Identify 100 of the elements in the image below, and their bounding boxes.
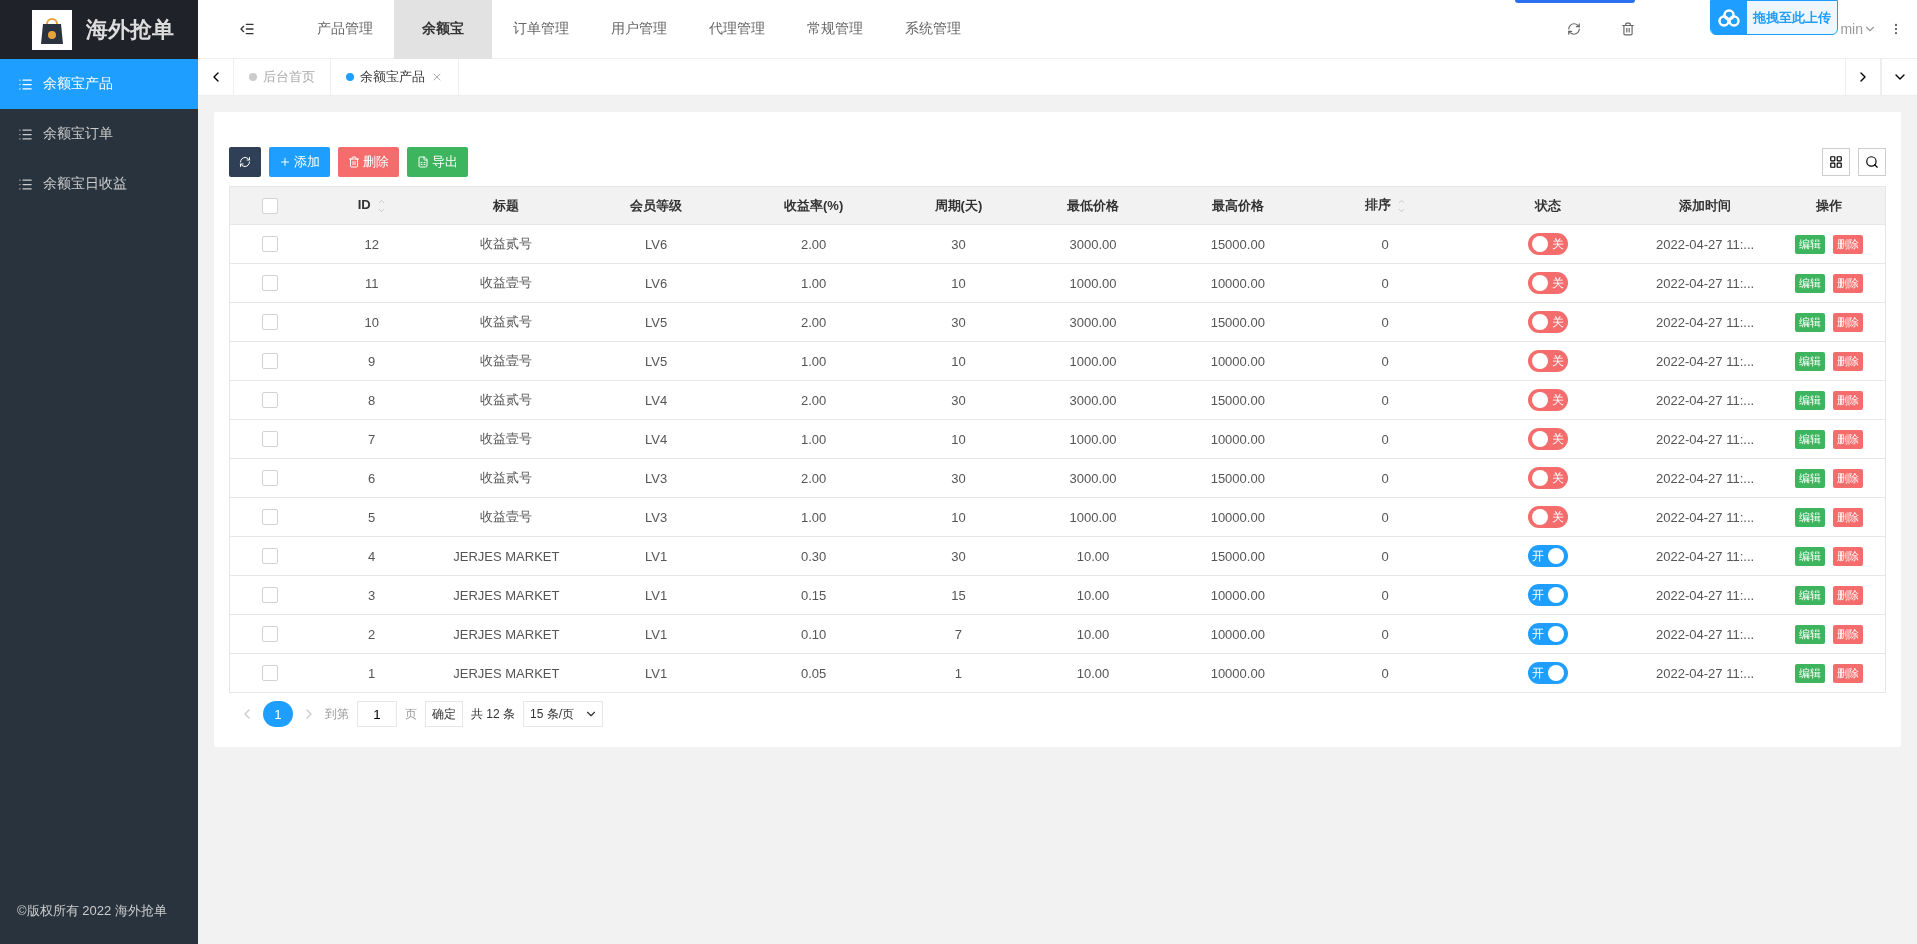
row-checkbox[interactable]	[262, 431, 279, 448]
nav-tab[interactable]: 系统管理	[884, 0, 982, 59]
row-checkbox[interactable]	[262, 548, 279, 565]
columns-button[interactable]	[1822, 148, 1850, 176]
edit-button[interactable]: 编辑	[1795, 390, 1826, 410]
edit-button[interactable]: 编辑	[1795, 273, 1826, 293]
user-name[interactable]: min	[1840, 21, 1863, 37]
refresh-icon[interactable]	[1567, 22, 1582, 36]
table-cell: 0	[1311, 497, 1459, 537]
status-switch[interactable]: 关	[1527, 272, 1568, 294]
edit-button[interactable]: 编辑	[1795, 546, 1826, 566]
delete-button[interactable]: 删除	[1833, 507, 1864, 527]
status-switch[interactable]: 关	[1527, 350, 1568, 372]
nav-tab[interactable]: 用户管理	[590, 0, 688, 59]
table-cell: 收益贰号	[432, 458, 580, 498]
delete-button[interactable]: 删除	[1833, 585, 1864, 605]
nav-tab[interactable]: 订单管理	[492, 0, 590, 59]
status-switch[interactable]: 关	[1527, 428, 1568, 450]
row-checkbox[interactable]	[262, 509, 279, 526]
table-cell: 0	[1311, 263, 1459, 303]
select-all-checkbox[interactable]	[262, 197, 279, 214]
table-cell: 30	[894, 536, 1022, 576]
delete-button[interactable]: 删除	[1833, 663, 1864, 683]
table-cell: 1000.00	[1021, 497, 1165, 537]
delete-button[interactable]: 删除	[1833, 234, 1864, 254]
edit-button[interactable]: 编辑	[1795, 507, 1826, 527]
status-switch[interactable]: 关	[1527, 389, 1568, 411]
table-cell: 1.00	[732, 263, 895, 303]
list-icon	[18, 176, 33, 192]
refresh-button[interactable]	[229, 147, 261, 177]
delete-button[interactable]: 删除	[1833, 429, 1864, 449]
table-cell: 15000.00	[1164, 224, 1312, 264]
add-button[interactable]: 添加	[269, 147, 330, 177]
delete-button[interactable]: 删除	[1833, 624, 1864, 644]
column-header[interactable]: ID	[310, 186, 433, 225]
page-input[interactable]: 1	[357, 701, 397, 727]
delete-button[interactable]: 删除	[1833, 273, 1864, 293]
column-header: 收益率(%)	[732, 186, 895, 225]
plus-icon	[279, 156, 291, 168]
edit-button[interactable]: 编辑	[1795, 624, 1826, 644]
confirm-button[interactable]: 确定	[425, 701, 463, 727]
row-checkbox[interactable]	[262, 665, 279, 682]
status-switch[interactable]: 关	[1527, 233, 1568, 255]
edit-button[interactable]: 编辑	[1795, 663, 1826, 683]
edit-button[interactable]: 编辑	[1795, 234, 1826, 254]
status-switch[interactable]: 开	[1527, 662, 1568, 684]
status-switch[interactable]: 开	[1527, 623, 1568, 645]
row-checkbox[interactable]	[262, 392, 279, 409]
page-tab[interactable]: 余额宝产品	[331, 59, 459, 95]
status-switch[interactable]: 开	[1527, 584, 1568, 606]
scroll-right-button[interactable]	[1845, 59, 1881, 95]
delete-button[interactable]: 删除	[1833, 312, 1864, 332]
table-cell: LV4	[580, 419, 733, 459]
nav-tab[interactable]: 常规管理	[786, 0, 884, 59]
table-cell: 2022-04-27 11:...	[1636, 653, 1774, 693]
trash-icon[interactable]	[1621, 22, 1636, 36]
page-size-select[interactable]: 15 条/页	[523, 701, 603, 727]
table-cell: 0	[1311, 341, 1459, 381]
row-checkbox[interactable]	[262, 236, 279, 253]
edit-button[interactable]: 编辑	[1795, 468, 1826, 488]
nav-tab[interactable]: 产品管理	[296, 0, 394, 59]
row-checkbox[interactable]	[262, 626, 279, 643]
search-button[interactable]	[1858, 148, 1886, 176]
row-checkbox[interactable]	[262, 353, 279, 370]
page-tab[interactable]: 后台首页	[234, 59, 331, 95]
menu-toggle-icon[interactable]	[239, 21, 255, 37]
row-checkbox[interactable]	[262, 275, 279, 292]
table-cell: 2022-04-27 11:...	[1636, 536, 1774, 576]
delete-button[interactable]: 删除	[338, 147, 399, 177]
sidebar-item[interactable]: 余额宝订单	[0, 109, 198, 159]
edit-button[interactable]: 编辑	[1795, 312, 1826, 332]
edit-button[interactable]: 编辑	[1795, 351, 1826, 371]
table-cell: 5	[310, 497, 433, 537]
edit-button[interactable]: 编辑	[1795, 429, 1826, 449]
column-header[interactable]: 排序	[1311, 186, 1459, 225]
row-checkbox[interactable]	[262, 470, 279, 487]
delete-button[interactable]: 删除	[1833, 351, 1864, 371]
close-icon[interactable]	[431, 71, 443, 83]
nav-tab[interactable]: 余额宝	[394, 0, 492, 59]
delete-button[interactable]: 删除	[1833, 390, 1864, 410]
table-cell: 10000.00	[1164, 614, 1312, 654]
row-checkbox[interactable]	[262, 314, 279, 331]
status-switch[interactable]: 开	[1527, 545, 1568, 567]
upload-widget[interactable]: 拖拽至此上传	[1710, 0, 1838, 35]
column-header: 周期(天)	[894, 186, 1022, 225]
delete-button[interactable]: 删除	[1833, 468, 1864, 488]
page-button[interactable]: 1	[263, 701, 293, 727]
table-cell: 0	[1311, 380, 1459, 420]
delete-button[interactable]: 删除	[1833, 546, 1864, 566]
table-cell: 11	[310, 263, 433, 303]
nav-tab[interactable]: 代理管理	[688, 0, 786, 59]
export-button[interactable]: 导出	[407, 147, 468, 177]
edit-button[interactable]: 编辑	[1795, 585, 1826, 605]
sidebar-item[interactable]: 余额宝日收益	[0, 159, 198, 209]
row-checkbox[interactable]	[262, 587, 279, 604]
sidebar-item[interactable]: 余额宝产品	[0, 59, 198, 109]
status-switch[interactable]: 关	[1527, 311, 1568, 333]
status-switch[interactable]: 关	[1527, 467, 1568, 489]
table-cell: 收益壹号	[432, 497, 580, 537]
status-switch[interactable]: 关	[1527, 506, 1568, 528]
